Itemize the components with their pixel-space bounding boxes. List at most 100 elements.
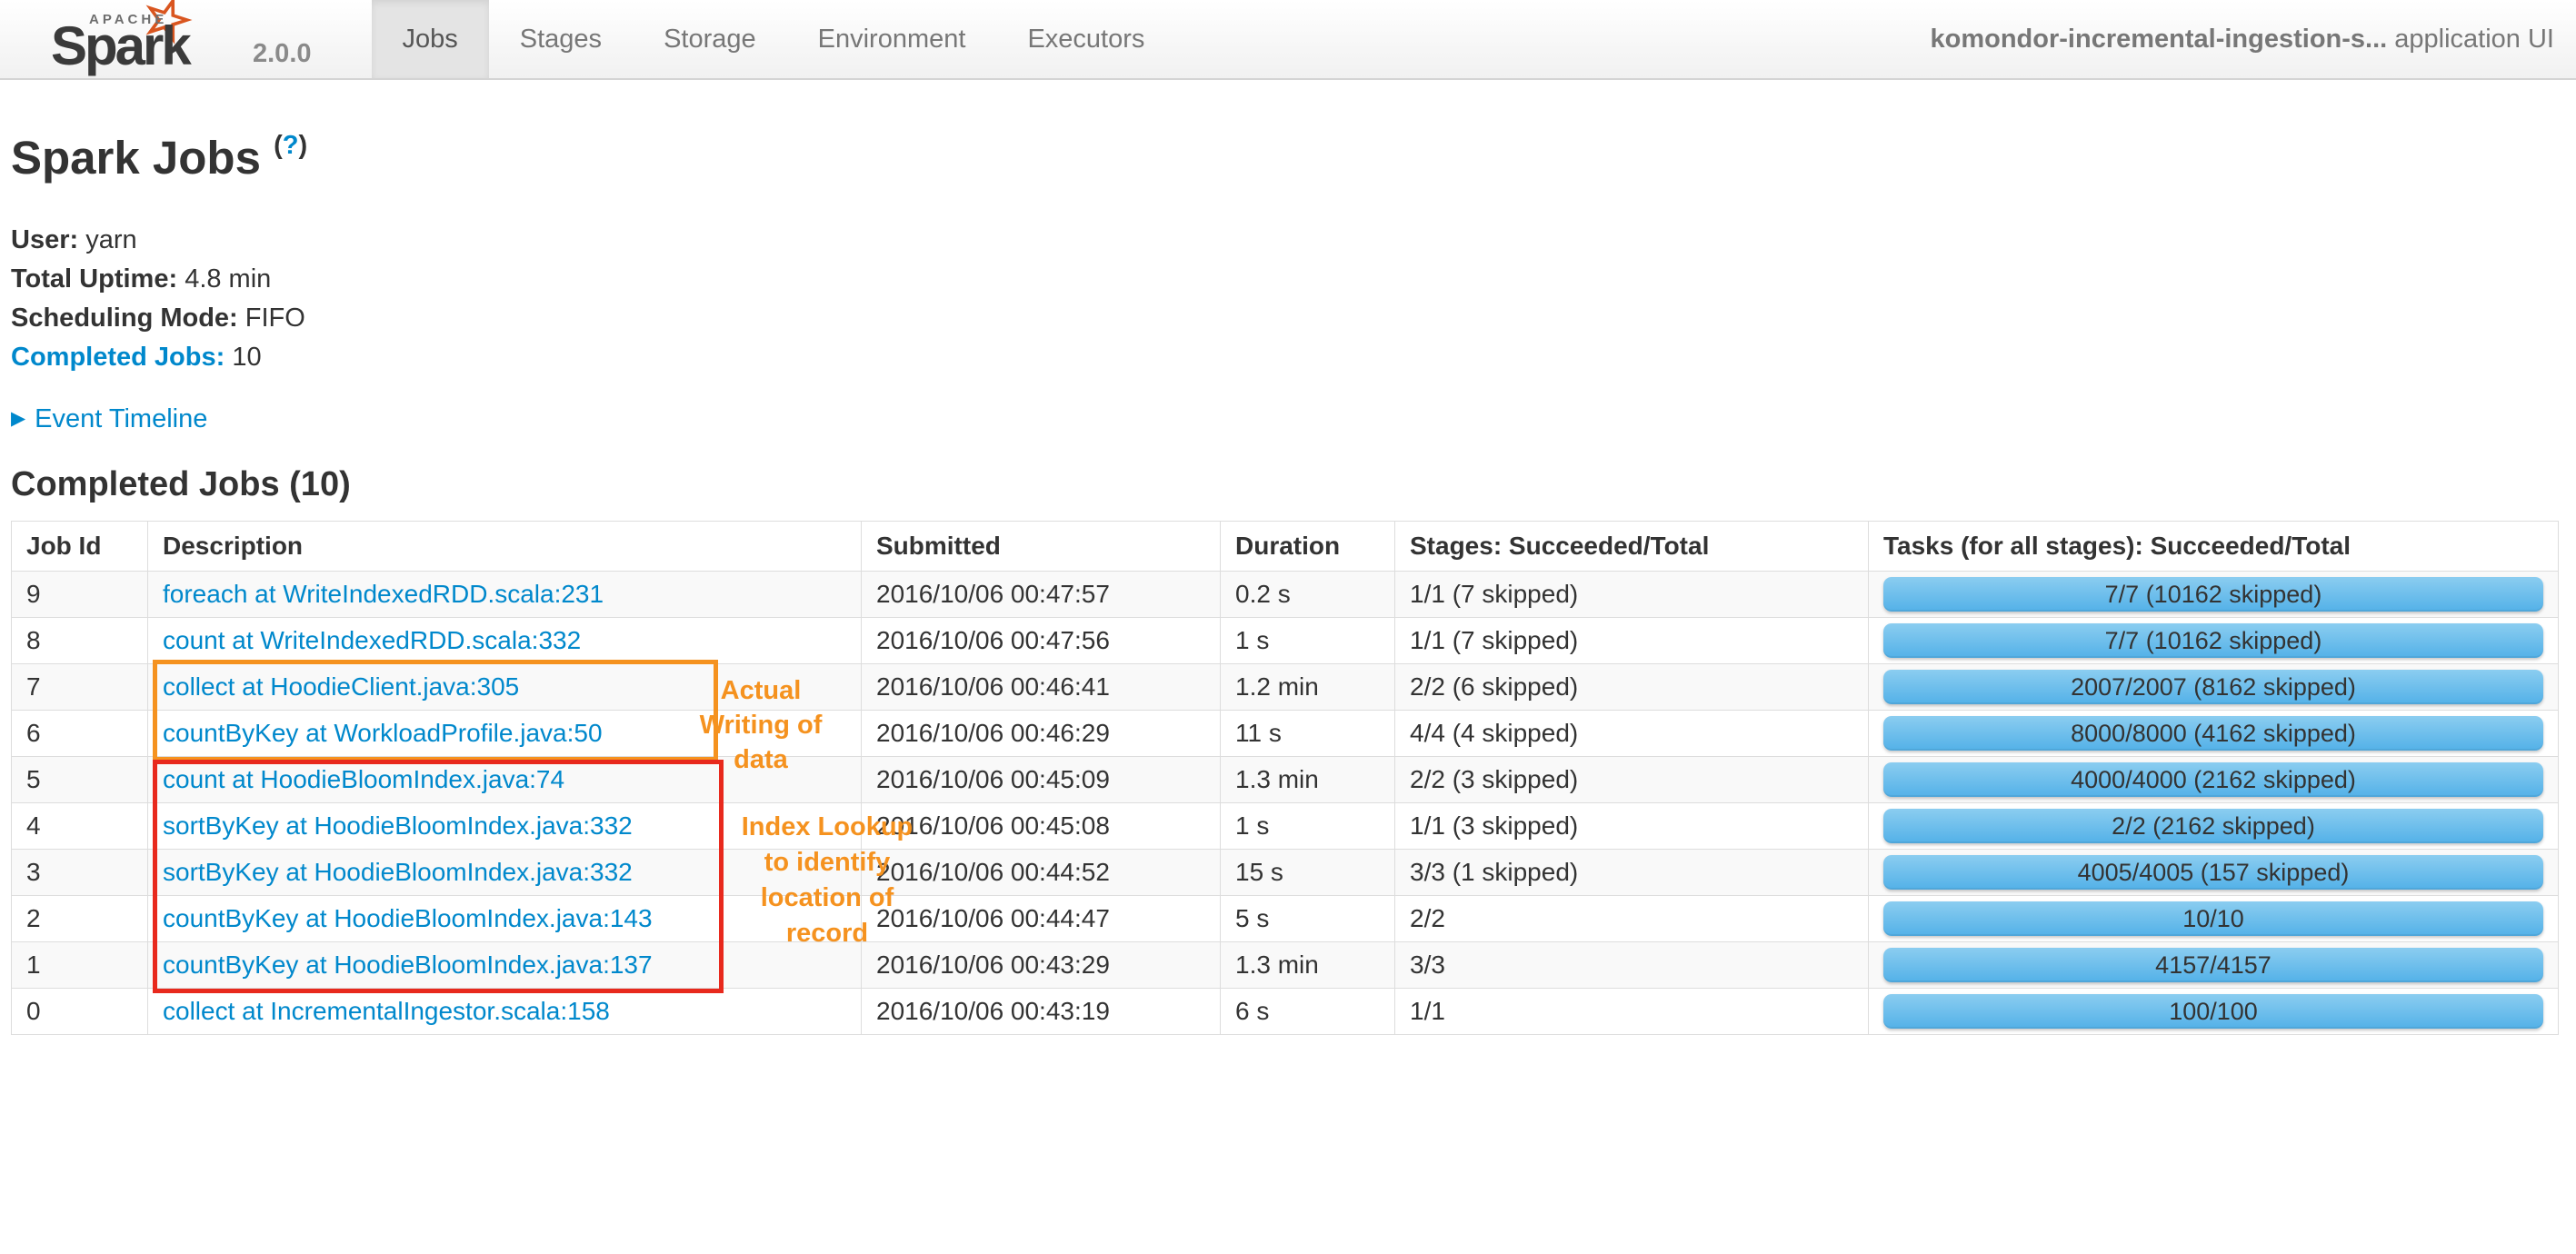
submitted-cell: 2016/10/06 00:47:56 bbox=[861, 617, 1221, 664]
description-cell: count at HoodieBloomIndex.java:74 bbox=[147, 756, 862, 803]
tab-storage[interactable]: Storage bbox=[633, 0, 787, 78]
completed-jobs-link[interactable]: Completed Jobs: bbox=[11, 343, 225, 372]
submitted-cell: 2016/10/06 00:45:08 bbox=[861, 802, 1221, 850]
completed-jobs-count: 10 bbox=[232, 343, 262, 372]
user-label: User: bbox=[11, 225, 79, 254]
tasks-cell: 10/10 bbox=[1868, 895, 2559, 942]
tasks-cell: 4157/4157 bbox=[1868, 941, 2559, 989]
help-paren-close: ) bbox=[298, 131, 308, 160]
user-value: yarn bbox=[85, 225, 137, 254]
jobs-table-wrap: Job Id Description Submitted Duration St… bbox=[11, 521, 2565, 1035]
help-tooltip: (?) bbox=[274, 131, 307, 160]
stages-cell: 3/3 (1 skipped) bbox=[1394, 849, 1869, 896]
job-description-link[interactable]: sortByKey at HoodieBloomIndex.java:332 bbox=[163, 858, 633, 886]
description-cell: foreach at WriteIndexedRDD.scala:231 bbox=[147, 571, 862, 618]
tasks-progress-label: 2/2 (2162 skipped) bbox=[2112, 811, 2315, 840]
application-ui-title: komondor-incremental-ingestion-s... appl… bbox=[1931, 25, 2555, 55]
tasks-progress-label: 4005/4005 (157 skipped) bbox=[2077, 858, 2350, 886]
tasks-progress-bar: 100/100 bbox=[1883, 994, 2543, 1029]
tab-jobs[interactable]: Jobs bbox=[371, 0, 489, 78]
duration-cell: 5 s bbox=[1220, 895, 1395, 942]
tasks-progress-bar: 7/7 (10162 skipped) bbox=[1883, 623, 2543, 658]
job-id-cell: 0 bbox=[11, 988, 148, 1035]
job-description-link[interactable]: sortByKey at HoodieBloomIndex.java:332 bbox=[163, 811, 633, 840]
tab-executors[interactable]: Executors bbox=[996, 0, 1175, 78]
table-header: Job Id Description Submitted Duration St… bbox=[11, 521, 2559, 572]
job-id-cell: 7 bbox=[11, 663, 148, 711]
summary-info-list: User: yarn Total Uptime: 4.8 min Schedul… bbox=[11, 221, 2565, 377]
tasks-progress-bar: 7/7 (10162 skipped) bbox=[1883, 577, 2543, 612]
job-id-cell: 3 bbox=[11, 849, 148, 896]
main-content: Spark Jobs (?) User: yarn Total Uptime: … bbox=[0, 131, 2576, 1035]
job-id-cell: 9 bbox=[11, 571, 148, 618]
nav-tabs: Jobs Stages Storage Environment Executors bbox=[371, 0, 1176, 78]
tasks-cell: 8000/8000 (4162 skipped) bbox=[1868, 710, 2559, 757]
event-timeline-toggle[interactable]: ▶ Event Timeline bbox=[11, 404, 2565, 434]
completed-jobs-section-title: Completed Jobs (10) bbox=[11, 465, 351, 503]
tasks-cell: 4000/4000 (2162 skipped) bbox=[1868, 756, 2559, 803]
stages-cell: 2/2 (3 skipped) bbox=[1394, 756, 1869, 803]
description-cell: countByKey at HoodieBloomIndex.java:143 bbox=[147, 895, 862, 942]
event-timeline-label: Event Timeline bbox=[35, 404, 208, 433]
table-row: 1 countByKey at HoodieBloomIndex.java:13… bbox=[11, 941, 2559, 989]
scheduling-mode-label: Scheduling Mode: bbox=[11, 304, 238, 333]
stages-cell: 4/4 (4 skipped) bbox=[1394, 710, 1869, 757]
spark-version-label: 2.0.0 bbox=[253, 39, 312, 68]
tab-environment[interactable]: Environment bbox=[787, 0, 997, 78]
job-id-cell: 2 bbox=[11, 895, 148, 942]
duration-cell: 1.2 min bbox=[1220, 663, 1395, 711]
column-header-job-id[interactable]: Job Id bbox=[11, 521, 148, 572]
submitted-cell: 2016/10/06 00:43:19 bbox=[861, 988, 1221, 1035]
description-cell: collect at IncrementalIngestor.scala:158 bbox=[147, 988, 862, 1035]
stages-cell: 1/1 bbox=[1394, 988, 1869, 1035]
tasks-progress-bar: 4005/4005 (157 skipped) bbox=[1883, 855, 2543, 890]
duration-cell: 6 s bbox=[1220, 988, 1395, 1035]
tasks-cell: 100/100 bbox=[1868, 988, 2559, 1035]
tasks-cell: 4005/4005 (157 skipped) bbox=[1868, 849, 2559, 896]
tasks-progress-label: 10/10 bbox=[2182, 904, 2244, 932]
job-description-link[interactable]: count at HoodieBloomIndex.java:74 bbox=[163, 765, 564, 793]
stages-cell: 1/1 (7 skipped) bbox=[1394, 617, 1869, 664]
column-header-stages[interactable]: Stages: Succeeded/Total bbox=[1394, 521, 1869, 572]
stages-cell: 3/3 bbox=[1394, 941, 1869, 989]
description-cell: sortByKey at HoodieBloomIndex.java:332 bbox=[147, 849, 862, 896]
job-id-cell: 5 bbox=[11, 756, 148, 803]
job-description-link[interactable]: foreach at WriteIndexedRDD.scala:231 bbox=[163, 580, 604, 608]
description-cell: count at WriteIndexedRDD.scala:332 bbox=[147, 617, 862, 664]
table-row: 6 countByKey at WorkloadProfile.java:50 … bbox=[11, 710, 2559, 757]
table-row: 0 collect at IncrementalIngestor.scala:1… bbox=[11, 988, 2559, 1035]
page-title: Spark Jobs (?) bbox=[11, 131, 2565, 184]
table-row: 2 countByKey at HoodieBloomIndex.java:14… bbox=[11, 895, 2559, 942]
job-description-link[interactable]: collect at IncrementalIngestor.scala:158 bbox=[163, 997, 610, 1025]
duration-cell: 15 s bbox=[1220, 849, 1395, 896]
job-id-cell: 6 bbox=[11, 710, 148, 757]
tasks-progress-bar: 8000/8000 (4162 skipped) bbox=[1883, 716, 2543, 751]
tasks-progress-label: 100/100 bbox=[2169, 997, 2258, 1025]
tasks-cell: 2/2 (2162 skipped) bbox=[1868, 802, 2559, 850]
submitted-cell: 2016/10/06 00:45:09 bbox=[861, 756, 1221, 803]
column-header-tasks[interactable]: Tasks (for all stages): Succeeded/Total bbox=[1868, 521, 2559, 572]
column-header-duration[interactable]: Duration bbox=[1220, 521, 1395, 572]
tasks-progress-bar: 2/2 (2162 skipped) bbox=[1883, 809, 2543, 843]
stages-cell: 1/1 (7 skipped) bbox=[1394, 571, 1869, 618]
tasks-cell: 2007/2007 (8162 skipped) bbox=[1868, 663, 2559, 711]
tab-stages[interactable]: Stages bbox=[489, 0, 633, 78]
tasks-progress-bar: 4000/4000 (2162 skipped) bbox=[1883, 762, 2543, 797]
scheduling-mode-line: Scheduling Mode: FIFO bbox=[11, 299, 2565, 338]
column-header-submitted[interactable]: Submitted bbox=[861, 521, 1221, 572]
column-header-description[interactable]: Description bbox=[147, 521, 862, 572]
job-description-link[interactable]: count at WriteIndexedRDD.scala:332 bbox=[163, 626, 581, 654]
help-question-link[interactable]: ? bbox=[283, 131, 299, 160]
description-cell: collect at HoodieClient.java:305 bbox=[147, 663, 862, 711]
job-description-link[interactable]: collect at HoodieClient.java:305 bbox=[163, 672, 519, 701]
jobs-table-body: 9 foreach at WriteIndexedRDD.scala:231 2… bbox=[11, 571, 2559, 1035]
job-description-link[interactable]: countByKey at HoodieBloomIndex.java:137 bbox=[163, 950, 653, 979]
description-cell: countByKey at WorkloadProfile.java:50 bbox=[147, 710, 862, 757]
job-description-link[interactable]: countByKey at WorkloadProfile.java:50 bbox=[163, 719, 603, 747]
job-description-link[interactable]: countByKey at HoodieBloomIndex.java:143 bbox=[163, 904, 653, 932]
duration-cell: 0.2 s bbox=[1220, 571, 1395, 618]
job-id-cell: 1 bbox=[11, 941, 148, 989]
brand-name-label: Spark bbox=[51, 15, 192, 76]
table-row: 4 sortByKey at HoodieBloomIndex.java:332… bbox=[11, 802, 2559, 850]
tasks-progress-label: 7/7 (10162 skipped) bbox=[2104, 626, 2322, 654]
